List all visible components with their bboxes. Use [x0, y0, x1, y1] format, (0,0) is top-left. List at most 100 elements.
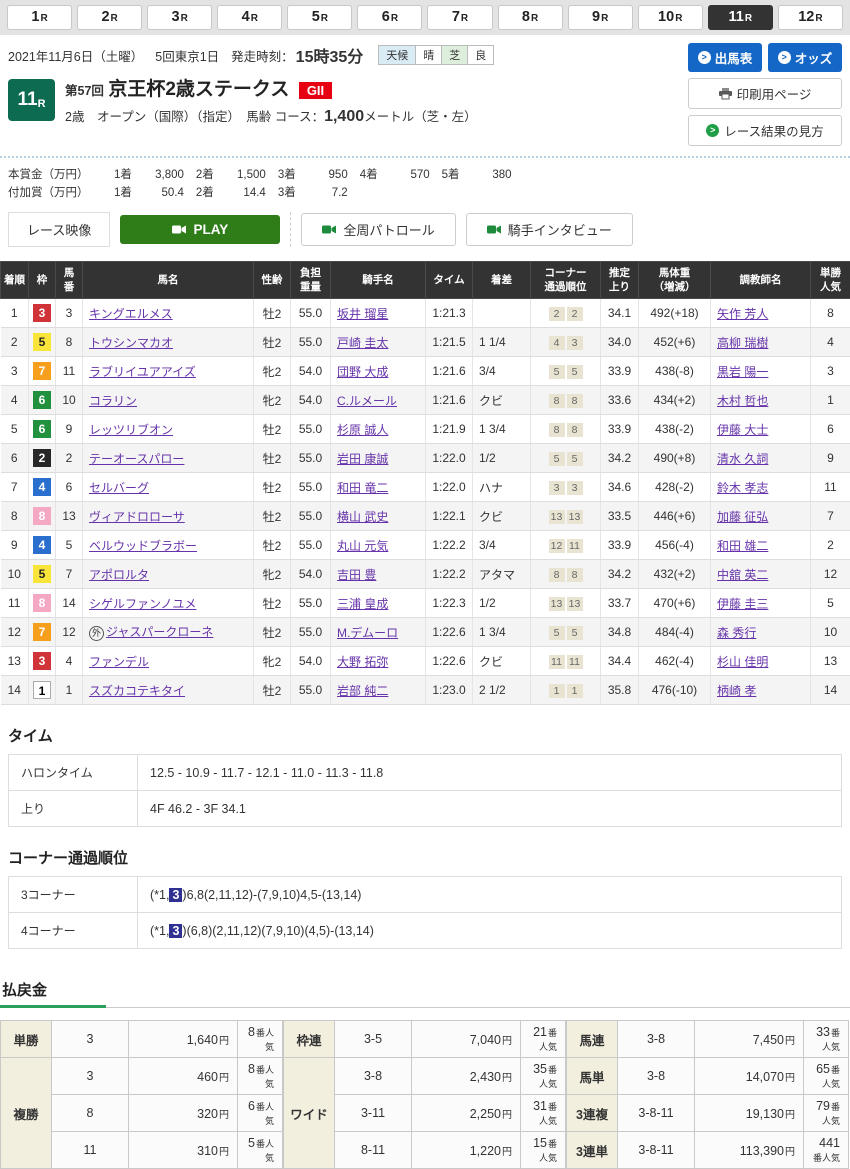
margin: クビ	[473, 502, 531, 531]
race-tab-7r[interactable]: 7R	[427, 5, 492, 30]
horse-body-weight: 446(+6)	[639, 502, 711, 531]
yen-suffix: 円	[502, 1147, 512, 1158]
jockey-name-link[interactable]: C.ルメール	[337, 394, 397, 408]
race-tab-number: 1	[31, 9, 39, 25]
prize-place: 2着	[196, 166, 214, 184]
race-tab-5r[interactable]: 5R	[287, 5, 352, 30]
horse-name-link[interactable]: ジャスパークローネ	[106, 625, 213, 639]
bet-combination: 3-8	[335, 1058, 412, 1095]
horse-name-link[interactable]: テーオースパロー	[89, 452, 184, 466]
yen-suffix: 円	[785, 1147, 795, 1158]
horse-number: 2	[56, 444, 83, 473]
horse-name-link[interactable]: スズカコテキタイ	[89, 684, 185, 698]
corner-position: 8	[567, 423, 583, 437]
popularity-value: 441	[819, 1136, 840, 1150]
trainer-name-link[interactable]: 杉山 佳明	[717, 655, 768, 669]
jockey-cell: 団野 大成	[331, 357, 426, 386]
arrow-circle-icon	[698, 51, 711, 64]
horse-name-link[interactable]: ファンデル	[89, 655, 149, 669]
horse-name-link[interactable]: シゲルファンノユメ	[89, 597, 196, 611]
corner-positions: 22	[531, 299, 601, 328]
jockey-name-link[interactable]: 団野 大成	[337, 365, 388, 379]
horse-name-link[interactable]: ベルウッドブラボー	[89, 539, 197, 553]
jockey-name-link[interactable]: 横山 武史	[337, 510, 388, 524]
corner-position: 2	[567, 307, 583, 321]
jockey-name-link[interactable]: 岩部 純二	[337, 684, 388, 698]
margin: 3/4	[473, 531, 531, 560]
race-tab-8r[interactable]: 8R	[498, 5, 563, 30]
entry-table-button[interactable]: 出馬表	[688, 43, 762, 72]
corner-position: 8	[549, 568, 565, 582]
jockey-name-link[interactable]: 三浦 皇成	[337, 597, 388, 611]
frame-cell: 4	[29, 531, 56, 560]
race-tab-3r[interactable]: 3R	[147, 5, 212, 30]
finish-time: 1:21.5	[426, 328, 473, 357]
race-tab-2r[interactable]: 2R	[77, 5, 142, 30]
jockey-cell: 坂井 瑠星	[331, 299, 426, 328]
jockey-name-link[interactable]: 杉原 誠人	[337, 423, 388, 437]
horse-body-weight: 434(+2)	[639, 386, 711, 415]
jockey-name-link[interactable]: 吉田 豊	[337, 568, 376, 582]
jockey-name-link[interactable]: M.デムーロ	[337, 626, 398, 640]
trainer-name-link[interactable]: 伊藤 圭三	[717, 597, 768, 611]
jockey-name-link[interactable]: 岩田 康誠	[337, 452, 388, 466]
horse-body-weight: 484(-4)	[639, 618, 711, 647]
prize-value: 380	[460, 166, 512, 184]
race-tab-11r[interactable]: 11R	[708, 5, 773, 30]
horse-name-link[interactable]: ラブリイユアアイズ	[89, 365, 196, 379]
race-header: 2021年11月6日（土曜） 5回東京1日 発走時刻： 15時35分 天候 晴 …	[0, 35, 850, 146]
trainer-name-link[interactable]: 高柳 瑞樹	[717, 336, 768, 350]
last-3f-time: 33.9	[601, 415, 639, 444]
column-header: 馬名	[83, 261, 254, 298]
horse-name-link[interactable]: コラリン	[89, 394, 137, 408]
play-button[interactable]: PLAY	[120, 215, 280, 244]
horse-number: 4	[56, 647, 83, 676]
horse-number: 13	[56, 502, 83, 531]
trainer-name-link[interactable]: 森 秀行	[717, 626, 756, 640]
popularity-suffix: 番人気	[256, 1139, 274, 1163]
race-tab-10r[interactable]: 10R	[638, 5, 703, 30]
race-tab-4r[interactable]: 4R	[217, 5, 282, 30]
race-tab-suffix: R	[745, 13, 752, 24]
trainer-cell: 伊藤 圭三	[711, 589, 811, 618]
frame-number: 8	[33, 507, 51, 525]
finish-position: 5	[1, 415, 29, 444]
how-to-read-button[interactable]: レース結果の見方	[688, 115, 842, 146]
race-tab-9r[interactable]: 9R	[568, 5, 633, 30]
trainer-name-link[interactable]: 柄崎 孝	[717, 684, 756, 698]
race-tab-6r[interactable]: 6R	[357, 5, 422, 30]
trainer-name-link[interactable]: 伊藤 大士	[717, 423, 768, 437]
patrol-video-button[interactable]: 全周パトロール	[301, 213, 455, 246]
payout-amount: 19,130円	[695, 1095, 804, 1132]
odds-button[interactable]: オッズ	[768, 43, 842, 72]
horse-cell: 外ジャスパークローネ	[83, 618, 254, 647]
horse-name-link[interactable]: アポロルタ	[89, 568, 149, 582]
jockey-name-link[interactable]: 丸山 元気	[337, 539, 388, 553]
race-tab-1r[interactable]: 1R	[7, 5, 72, 30]
margin: 3/4	[473, 357, 531, 386]
jockey-name-link[interactable]: 大野 拓弥	[337, 655, 388, 669]
horse-cell: レッツリブオン	[83, 415, 254, 444]
jockey-name-link[interactable]: 坂井 瑠星	[337, 307, 388, 321]
horse-name-link[interactable]: セルバーグ	[89, 481, 149, 495]
trainer-name-link[interactable]: 加藤 征弘	[717, 510, 768, 524]
horse-name-link[interactable]: キングエルメス	[89, 307, 173, 321]
horse-name-link[interactable]: ヴィアドロローサ	[89, 510, 185, 524]
grade-badge: GII	[299, 82, 332, 99]
jockey-name-link[interactable]: 和田 竜二	[337, 481, 388, 495]
trainer-name-link[interactable]: 矢作 芳人	[717, 307, 768, 321]
horse-name-link[interactable]: レッツリブオン	[89, 423, 173, 437]
horse-name-link[interactable]: トウシンマカオ	[89, 336, 173, 350]
print-page-button[interactable]: 印刷用ページ	[688, 78, 842, 109]
jockey-name-link[interactable]: 戸崎 圭太	[337, 336, 388, 350]
race-tab-12r[interactable]: 12R	[778, 5, 843, 30]
horse-body-weight: 438(-2)	[639, 415, 711, 444]
trainer-name-link[interactable]: 木村 哲也	[717, 394, 768, 408]
trainer-name-link[interactable]: 中舘 英二	[717, 568, 768, 582]
trainer-name-link[interactable]: 黒岩 陽一	[717, 365, 768, 379]
trainer-name-link[interactable]: 和田 雄二	[717, 539, 768, 553]
trainer-name-link[interactable]: 清水 久詞	[717, 452, 768, 466]
trainer-name-link[interactable]: 鈴木 孝志	[717, 481, 768, 495]
result-row: 258トウシンマカオ牡255.0戸崎 圭太1:21.51 1/44334.045…	[1, 328, 850, 357]
jockey-interview-button[interactable]: 騎手インタビュー	[466, 213, 633, 246]
